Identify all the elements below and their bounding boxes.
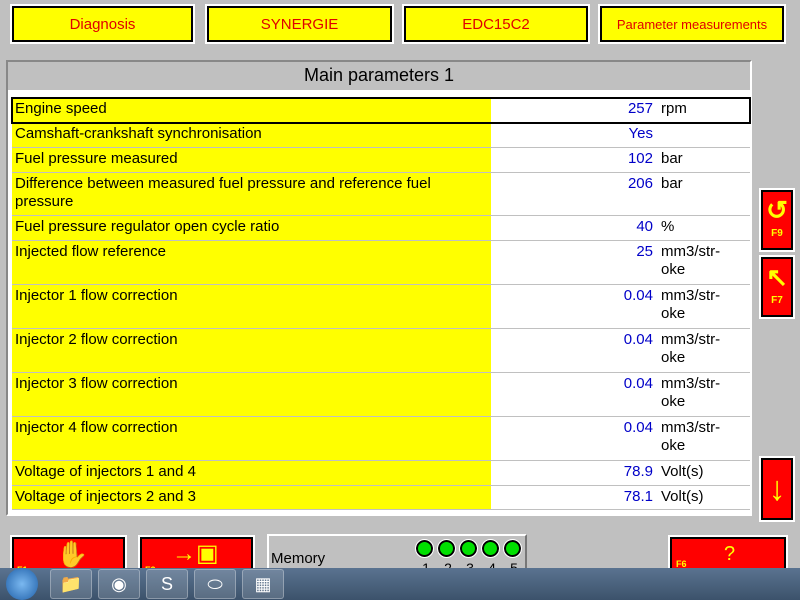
parameters-table: Engine speed 257 rpm Camshaft-crankshaft sy…	[11, 97, 751, 510]
memory-led-icon	[414, 539, 434, 558]
parameter-label: Fuel pressure measured	[12, 148, 491, 172]
memory-label: Memory	[271, 550, 326, 567]
parameter-value: 0.04	[623, 287, 653, 304]
parameter-value: 0.04	[623, 419, 653, 436]
parameter-label: Injected flow reference	[12, 241, 491, 284]
save-to-disk-icon: →▣	[172, 540, 219, 567]
parameter-unit: mm3/str-oke	[661, 375, 721, 410]
table-row[interactable]: Fuel pressure regulator open cycle ratio…	[12, 216, 750, 241]
parameter-label: Engine speed	[12, 98, 491, 122]
parameter-unit: %	[661, 218, 675, 235]
arrow-down-icon: ↓	[768, 470, 786, 508]
parameter-unit: mm3/str-oke	[661, 419, 721, 454]
parameter-unit	[661, 125, 739, 145]
parameter-value: 78.9	[623, 463, 653, 480]
tab-diagnosis[interactable]: Diagnosis	[10, 4, 195, 44]
skype-icon[interactable]: S	[146, 569, 188, 599]
table-row[interactable]: Injected flow reference 25 mm3/str-oke	[12, 241, 750, 285]
hand-stop-icon: ✋	[56, 539, 89, 569]
start-button[interactable]	[6, 568, 38, 600]
parameter-unit: bar	[661, 175, 683, 192]
table-row[interactable]: Engine speed 257 rpm	[11, 97, 751, 124]
undo-icon: ↺	[766, 195, 788, 225]
toggle-app-icon[interactable]: ⬭	[194, 569, 236, 599]
file-explorer-icon[interactable]: 📁	[50, 569, 92, 599]
tab-synergie[interactable]: SYNERGIE	[205, 4, 394, 44]
parameter-unit: mm3/str-oke	[661, 331, 721, 366]
table-row[interactable]: Injector 4 flow correction 0.04 mm3/str-ok…	[12, 417, 750, 461]
parameter-value: 0.04	[623, 375, 653, 392]
parameter-label: Injector 4 flow correction	[12, 417, 491, 460]
taskbar: 📁 ◉ S ⬭ ▦	[0, 568, 800, 600]
table-row[interactable]: Injector 2 flow correction 0.04 mm3/str-ok…	[12, 329, 750, 373]
parameter-value: 78.1	[623, 488, 653, 505]
parameter-value: 206	[627, 175, 653, 192]
memory-led-icon	[436, 539, 456, 558]
parameter-unit: bar	[661, 150, 683, 167]
memory-led-icon	[502, 539, 522, 558]
parameter-label: Voltage of injectors 1 and 4	[12, 461, 491, 485]
parameter-value: 25	[636, 243, 653, 260]
tab-edc15c2[interactable]: EDC15C2	[402, 4, 590, 44]
scroll-down-button[interactable]: ↓	[759, 456, 795, 522]
parameter-value: 0.04	[623, 331, 653, 348]
parameter-unit: Volt(s)	[661, 463, 704, 480]
parameter-unit: Volt(s)	[661, 488, 704, 505]
f9-back-button[interactable]: ↺ F9	[759, 188, 795, 252]
f7-up-button[interactable]: ↖ F7	[759, 255, 795, 319]
parameter-value: 40	[636, 218, 653, 235]
table-row[interactable]: Difference between measured fuel pressur…	[12, 173, 750, 216]
parameter-value: Yes	[628, 125, 653, 142]
parameter-label: Voltage of injectors 2 and 3	[12, 486, 491, 509]
table-row[interactable]: Voltage of injectors 2 and 3 78.1 Volt(s)	[12, 486, 750, 510]
parameter-label: Injector 1 flow correction	[12, 285, 491, 328]
parameter-label: Difference between measured fuel pressur…	[12, 173, 491, 215]
parameter-label: Fuel pressure regulator open cycle ratio	[12, 216, 491, 240]
help-icon: ?	[724, 543, 736, 565]
table-row[interactable]: Injector 3 flow correction 0.04 mm3/str-ok…	[12, 373, 750, 417]
parameter-unit: mm3/str-oke	[661, 287, 721, 322]
table-row[interactable]: Voltage of injectors 1 and 4 78.9 Volt(s)	[12, 461, 750, 486]
parameter-value: 257	[627, 100, 653, 117]
parameter-label: Injector 3 flow correction	[12, 373, 491, 416]
parameter-label: Camshaft-crankshaft synchronisation	[12, 123, 491, 147]
memory-led-icon	[480, 539, 500, 558]
table-row[interactable]: Fuel pressure measured 102 bar	[12, 148, 750, 173]
table-row[interactable]: Injector 1 flow correction 0.04 mm3/str-ok…	[12, 285, 750, 329]
page-title: Main parameters 1	[8, 62, 750, 90]
tab-parameter-measurements[interactable]: Parameter measurements	[598, 4, 786, 44]
f9-label: F9	[771, 228, 783, 239]
f7-label: F7	[771, 295, 783, 306]
arrow-up-left-icon: ↖	[766, 262, 788, 292]
chrome-icon[interactable]: ◉	[98, 569, 140, 599]
parameter-unit: rpm	[661, 100, 687, 117]
table-row[interactable]: Camshaft-crankshaft synchronisation Yes	[12, 123, 750, 148]
parameter-unit: mm3/str-oke	[661, 243, 721, 278]
parameter-value: 102	[627, 150, 653, 167]
memory-led-icon	[458, 539, 478, 558]
parameter-label: Injector 2 flow correction	[12, 329, 491, 372]
calculator-app-icon[interactable]: ▦	[242, 569, 284, 599]
parameters-panel: Main parameters 1 Engine speed 257 rpm Cams…	[6, 60, 752, 516]
